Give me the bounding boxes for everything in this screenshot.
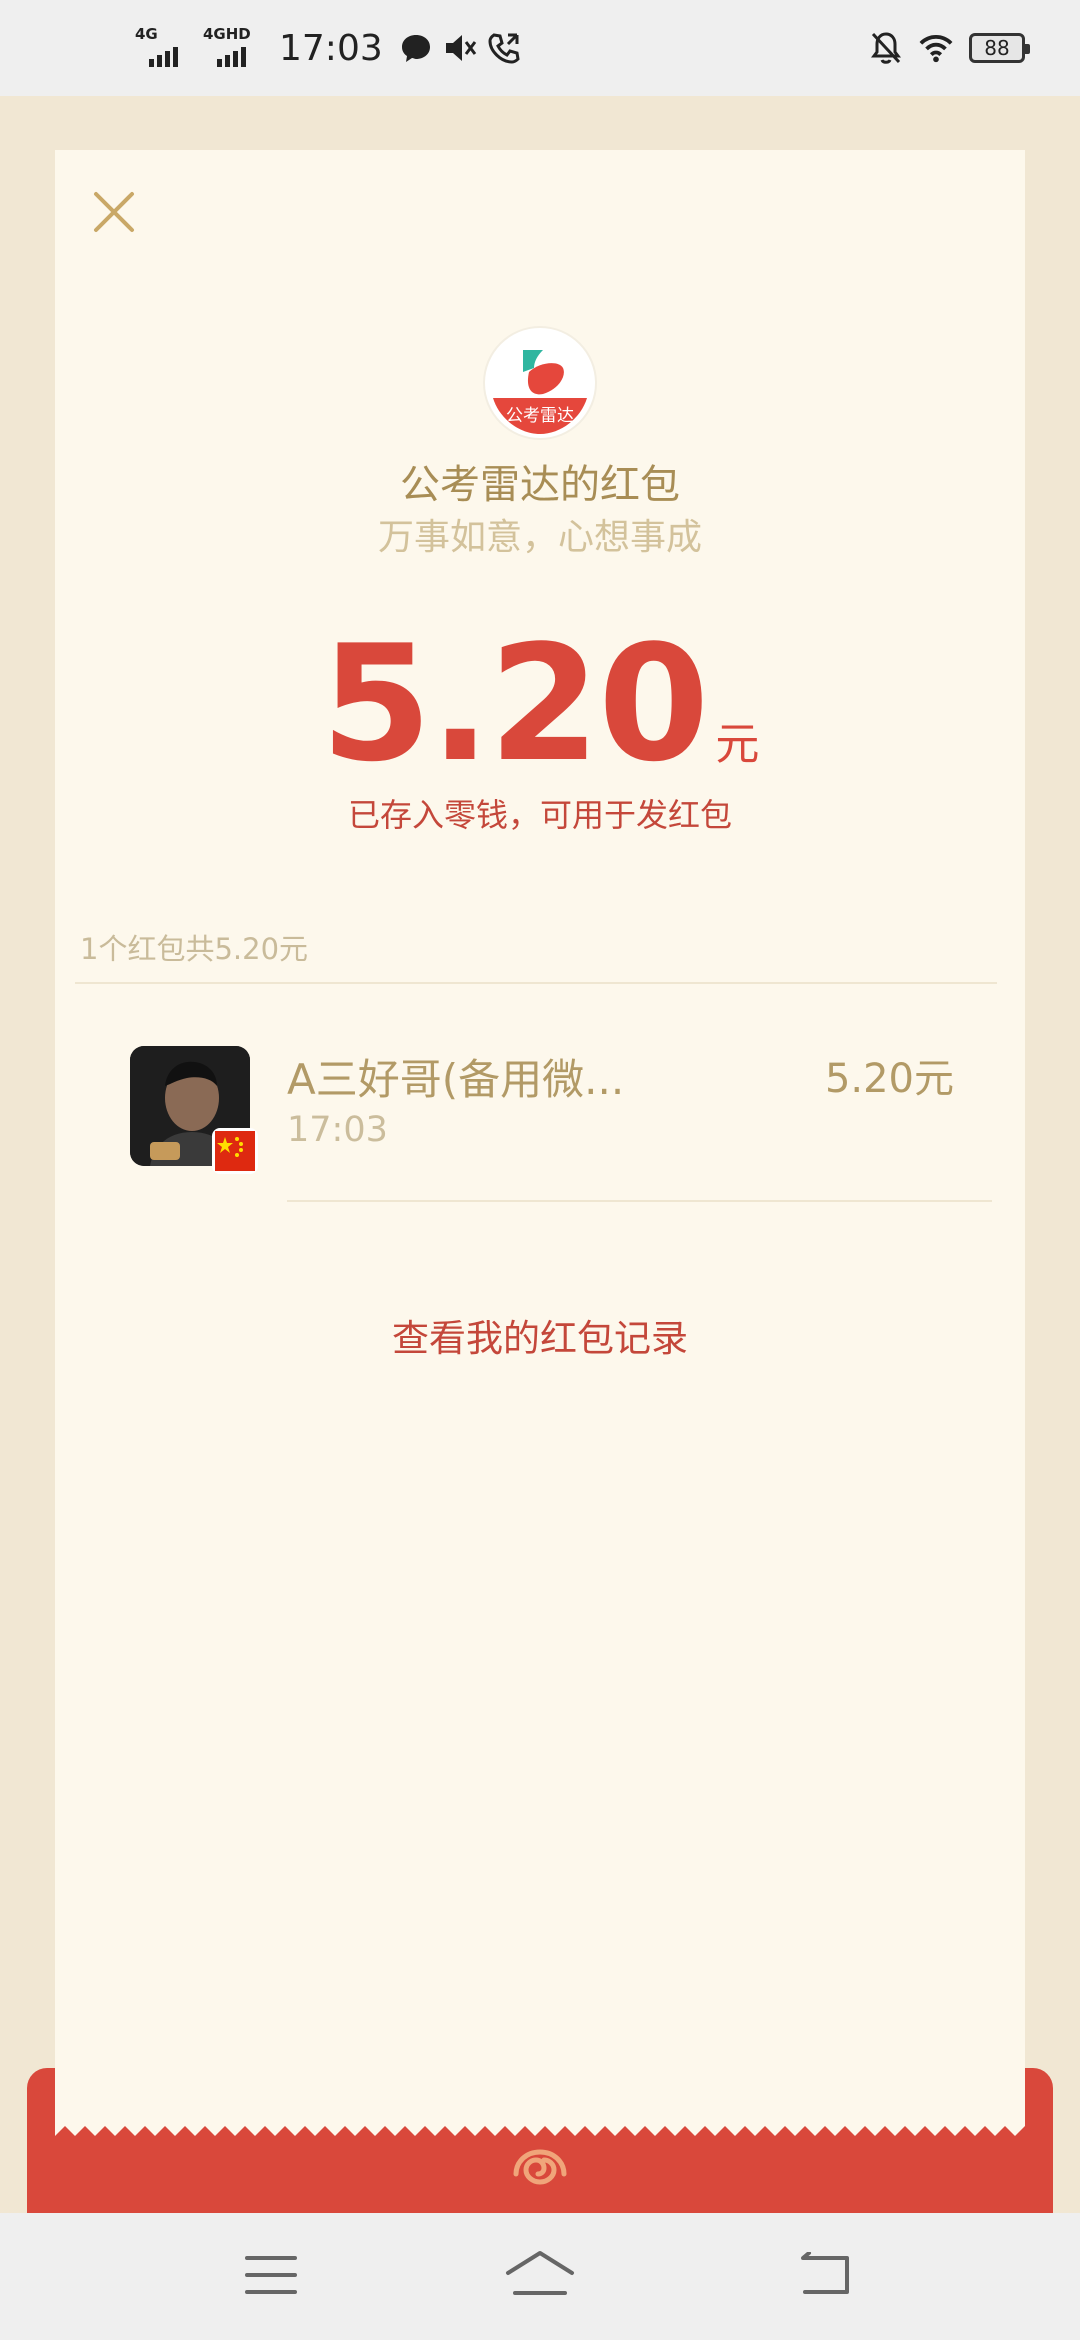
back-icon[interactable] [790, 2243, 860, 2307]
status-time: 17:03 [279, 27, 383, 69]
divider [75, 982, 997, 984]
bell-off-icon [869, 31, 903, 65]
wifi-icon [919, 31, 953, 65]
receiver-amount: 5.20元 [824, 1056, 954, 1102]
signal-4g-icon: 4G [135, 25, 193, 71]
amount-unit: 元 [715, 719, 760, 770]
menu-icon[interactable] [236, 2243, 306, 2307]
china-flag-icon [212, 1128, 258, 1174]
close-icon[interactable] [92, 190, 136, 234]
amount-value: 5.20 [320, 610, 710, 797]
receiver-name: A三好哥(备用微... [287, 1055, 625, 1104]
packet-summary: 1个红包共5.20元 [80, 932, 309, 966]
greeting-message: 万事如意，心想事成 [377, 517, 702, 558]
message-icon [399, 31, 433, 65]
phone-call-icon [487, 31, 521, 65]
navigation-bar [0, 2213, 1080, 2340]
app-logo-text: 公考雷达 [506, 406, 574, 426]
home-icon[interactable] [505, 2243, 575, 2307]
view-records-link[interactable]: 查看我的红包记录 [0, 1308, 1080, 1362]
app-logo: 公考雷达 [485, 328, 595, 438]
deposit-note: 已存入零钱，可用于发红包 [347, 796, 732, 834]
envelope-seal-icon [513, 2149, 567, 2185]
amount-display: 5.20 元 [0, 610, 1080, 797]
network-label-2: 4GHD [203, 25, 251, 43]
mute-icon [443, 31, 477, 65]
sender-title: 公考雷达的红包 [400, 462, 680, 508]
battery-indicator: 88 [969, 33, 1030, 63]
card-zigzag-edge [55, 2118, 1025, 2136]
signal-4ghd-icon: 4GHD [203, 25, 265, 71]
status-bar: 4G 4GHD 17:03 88 [0, 0, 1080, 96]
network-label-1: 4G [135, 25, 158, 43]
receiver-time: 17:03 [287, 1110, 388, 1150]
divider [287, 1200, 992, 1202]
